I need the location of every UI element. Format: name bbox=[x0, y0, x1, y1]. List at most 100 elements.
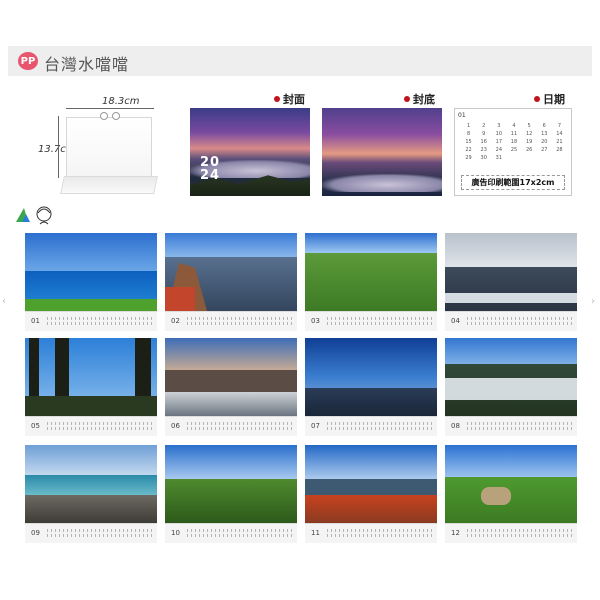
month-thumbnail: 03 bbox=[305, 233, 437, 331]
stand-base bbox=[60, 176, 158, 194]
date-cell: 10 bbox=[495, 131, 503, 137]
month-thumbnail: 01 bbox=[25, 233, 157, 331]
back-cover-label: 封底 bbox=[404, 91, 435, 107]
date-cell: 14 bbox=[556, 131, 563, 137]
month-date-strip: 07 bbox=[305, 416, 437, 436]
date-grid: 1 2 3 4 5 6 7 8 9 10 11 12 13 14 15 16 17 18 19 20 21 22 23 24 2… bbox=[461, 123, 567, 161]
day-numbers bbox=[187, 315, 293, 327]
month-photo bbox=[165, 233, 297, 311]
month-photo bbox=[305, 338, 437, 416]
decorative-girl-icon bbox=[16, 206, 52, 225]
date-cell: 16 bbox=[480, 139, 487, 145]
binding-ring-icon bbox=[100, 112, 108, 120]
date-page-month: 01 bbox=[458, 112, 466, 119]
front-cover-label: 封面 bbox=[274, 91, 305, 107]
month-date-strip: 10 bbox=[165, 523, 297, 543]
day-numbers bbox=[327, 322, 433, 325]
date-cell: 17 bbox=[495, 139, 503, 145]
date-cell: 25 bbox=[510, 147, 518, 153]
day-numbers bbox=[327, 427, 433, 430]
month-thumbnail: 06 bbox=[165, 338, 297, 436]
date-cell: 12 bbox=[525, 131, 533, 137]
date-cell: 29 bbox=[465, 155, 472, 161]
date-cell: 18 bbox=[510, 139, 518, 145]
month-thumbnail: 09 bbox=[25, 445, 157, 543]
date-cell: 9 bbox=[482, 131, 486, 137]
month-photo bbox=[445, 338, 577, 416]
month-photo bbox=[305, 233, 437, 311]
prev-arrow-icon[interactable]: ‹ bbox=[2, 296, 6, 307]
height-dimension-line bbox=[58, 116, 59, 178]
month-label: 05 bbox=[31, 422, 40, 430]
next-arrow-icon[interactable]: › bbox=[591, 296, 595, 307]
binding-ring-icon bbox=[112, 112, 120, 120]
width-dimension-label: 18.3cm bbox=[102, 96, 140, 107]
month-photo bbox=[445, 233, 577, 311]
month-photo bbox=[25, 233, 157, 311]
month-date-strip: 06 bbox=[165, 416, 297, 436]
month-label: 02 bbox=[171, 317, 180, 325]
date-cell: 19 bbox=[525, 139, 533, 145]
day-numbers bbox=[187, 420, 293, 432]
date-page-label: 日期 bbox=[534, 91, 565, 107]
day-numbers bbox=[187, 527, 293, 539]
day-numbers bbox=[467, 534, 573, 537]
date-cell: 8 bbox=[466, 131, 471, 137]
month-date-strip: 12 bbox=[445, 523, 577, 543]
date-cell: 24 bbox=[495, 147, 503, 153]
red-dot-icon bbox=[534, 96, 540, 102]
date-cell: 15 bbox=[465, 139, 472, 145]
date-cell: 6 bbox=[542, 123, 546, 129]
month-thumbnail: 12 bbox=[445, 445, 577, 543]
day-numbers bbox=[187, 322, 293, 325]
month-thumbnail: 11 bbox=[305, 445, 437, 543]
date-cell: 23 bbox=[480, 147, 487, 153]
brand-title: 台灣水噹噹 bbox=[44, 55, 130, 74]
date-cell: 7 bbox=[557, 123, 562, 129]
month-label: 06 bbox=[171, 422, 180, 430]
month-label: 11 bbox=[311, 529, 320, 537]
date-cell: 13 bbox=[541, 131, 548, 137]
date-page-sample: 01 1 2 3 4 5 6 7 8 9 10 11 12 13 14 15 16 17 18 19 20 21 22 23… bbox=[454, 108, 572, 196]
day-numbers bbox=[327, 420, 433, 432]
day-numbers bbox=[47, 322, 153, 325]
day-numbers bbox=[47, 315, 153, 327]
month-thumbnail: 05 bbox=[25, 338, 157, 436]
date-cell: 1 bbox=[466, 123, 471, 129]
month-date-strip: 02 bbox=[165, 311, 297, 331]
ad-print-area: 廣告印刷範圍17x2cm bbox=[461, 175, 565, 190]
date-cell: 31 bbox=[495, 155, 503, 161]
day-numbers bbox=[187, 427, 293, 430]
month-date-strip: 09 bbox=[25, 523, 157, 543]
day-numbers bbox=[47, 427, 153, 430]
cover-year: 20 24 bbox=[200, 155, 221, 183]
month-label: 07 bbox=[311, 422, 320, 430]
month-date-strip: 04 bbox=[445, 311, 577, 331]
month-label: 04 bbox=[451, 317, 460, 325]
date-cell: 30 bbox=[480, 155, 487, 161]
red-dot-icon bbox=[404, 96, 410, 102]
red-dot-icon bbox=[274, 96, 280, 102]
date-cell: 2 bbox=[482, 123, 486, 129]
day-numbers bbox=[47, 420, 153, 432]
month-thumbnail: 02 bbox=[165, 233, 297, 331]
month-label: 10 bbox=[171, 529, 180, 537]
month-photo bbox=[165, 338, 297, 416]
back-cover-image bbox=[322, 108, 442, 196]
month-thumbnail: 08 bbox=[445, 338, 577, 436]
month-date-strip: 11 bbox=[305, 523, 437, 543]
month-thumbnail: 04 bbox=[445, 233, 577, 331]
date-cell: 21 bbox=[556, 139, 563, 145]
width-dimension-line bbox=[66, 108, 154, 109]
month-photo bbox=[165, 445, 297, 523]
day-numbers bbox=[187, 534, 293, 537]
month-photo bbox=[25, 445, 157, 523]
day-numbers bbox=[327, 534, 433, 537]
date-cell: 27 bbox=[541, 147, 548, 153]
date-cell: 3 bbox=[497, 123, 501, 129]
month-photo bbox=[305, 445, 437, 523]
month-label: 09 bbox=[31, 529, 40, 537]
day-numbers bbox=[467, 322, 573, 325]
date-cell: 22 bbox=[465, 147, 472, 153]
day-numbers bbox=[467, 315, 573, 327]
